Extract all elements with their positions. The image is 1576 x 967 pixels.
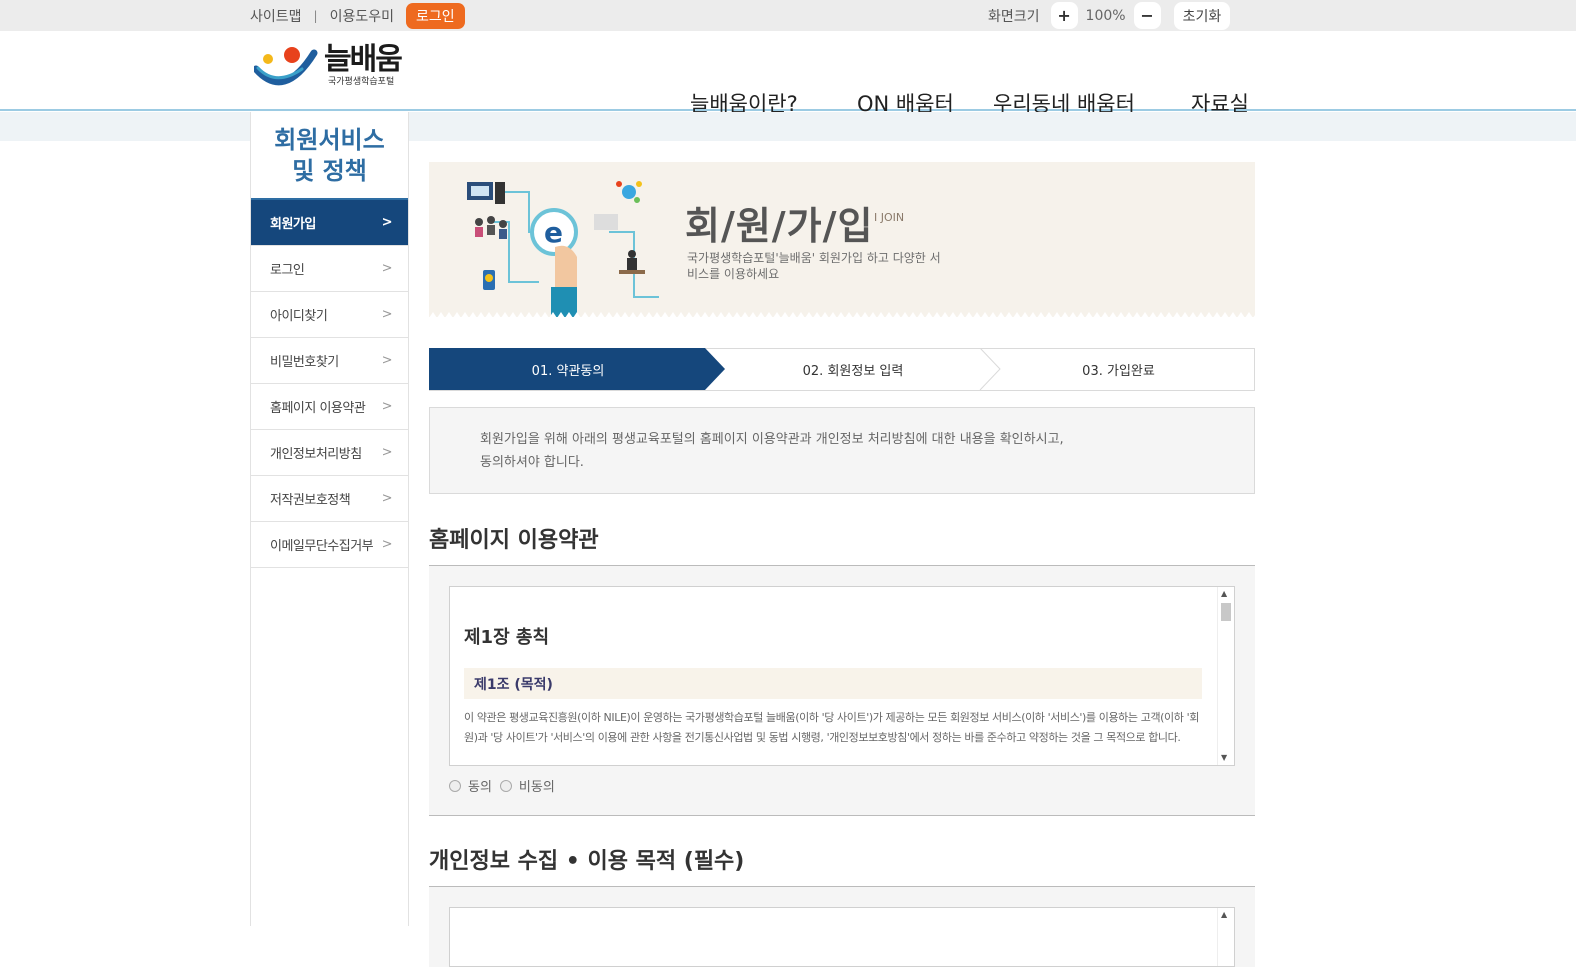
step-member-info: 02. 회원정보 입력 — [802, 364, 904, 379]
sidebar-item-copyright[interactable]: 저작권보호정책 > — [251, 476, 408, 522]
disagree-radio[interactable] — [499, 779, 512, 792]
chevron-right-icon: > — [381, 261, 393, 276]
chevron-right-icon: > — [381, 537, 393, 552]
notice-line-2: 동의하셔야 합니다. — [480, 455, 584, 470]
chevron-right-icon: > — [381, 353, 393, 368]
sitemap-link[interactable]: 사이트맵 — [250, 6, 302, 26]
chevron-right-icon: > — [381, 399, 393, 414]
sidebar-title: 회원서비스 및 정책 — [251, 112, 408, 200]
sidebar-title-text: 회원서비스 및 정책 — [274, 126, 385, 185]
sidebar-item-label: 홈페이지 이용약관 — [270, 401, 366, 416]
chevron-right-icon: > — [381, 445, 393, 460]
separator: | — [313, 8, 318, 23]
terms-article-text: 이 약관은 평생교육진흥원(이하 NILE)이 운영하는 국가평생학습포털 늘배… — [464, 711, 1199, 744]
signup-banner: e 회/원/가/입 I JOIN 국가평생학습포털'늘배움' 회원가입 하고 다… — [429, 162, 1255, 317]
sidebar-item-label: 로그인 — [270, 263, 305, 278]
terms-article: 제1조 (목적) — [464, 668, 1202, 699]
guide-link[interactable]: 이용도우미 — [330, 6, 394, 26]
main-content: e 회/원/가/입 I JOIN 국가평생학습포털'늘배움' 회원가입 하고 다… — [429, 162, 1255, 967]
network-illustration-icon: e — [467, 181, 659, 317]
zoom-controls: 화면크기 + 100% − 초기화 — [988, 0, 1231, 31]
terms-chapter: 제1장 총칙 — [464, 627, 550, 648]
zoom-in-button[interactable]: + — [1050, 2, 1078, 29]
sidebar-item-label: 아이디찾기 — [270, 309, 328, 324]
utility-links: 사이트맵 | 이용도우미 로그인 — [250, 0, 465, 31]
chevron-right-icon: > — [381, 491, 393, 506]
logo-text: 늘배움 국가평생학습포털 — [324, 42, 403, 88]
sidebar-item-terms[interactable]: 홈페이지 이용약관 > — [251, 384, 408, 430]
terms-scrollbox[interactable]: 제1장 총칙 제1조 (목적) 이 약관은 평생교육진흥원(이하 NILE)이 … — [449, 586, 1235, 766]
terms-consent-radios: 동의 비동의 — [449, 776, 1235, 795]
zigzag-border — [429, 312, 1255, 317]
agree-label: 동의 — [468, 780, 492, 795]
scroll-up-icon[interactable]: ▲ — [1221, 589, 1227, 598]
terms-area: 제1장 총칙 제1조 (목적) 이 약관은 평생교육진흥원(이하 NILE)이 … — [429, 566, 1255, 816]
banner-subtitle: I JOIN — [874, 211, 905, 224]
signup-steps: 01. 약관동의 02. 회원정보 입력 03. 가입완료 — [429, 348, 1255, 391]
sidebar-item-label: 비밀번호찾기 — [270, 355, 339, 370]
sidebar-item-label: 저작권보호정책 — [270, 493, 351, 508]
banner-title: 회/원/가/입 — [685, 204, 874, 248]
sidebar-item-label: 회원가입 — [270, 217, 316, 232]
scroll-thumb[interactable] — [1221, 603, 1231, 621]
notice-line-1: 회원가입을 위해 아래의 평생교육포털의 홈페이지 이용약관과 개인정보 처리방… — [480, 432, 1064, 447]
terms-scrollbar[interactable]: ▲ ▼ — [1217, 587, 1234, 765]
sidebar: 회원서비스 및 정책 회원가입 > 로그인 > 아이디찾기 > 비밀번호찾기 > 홈페이… — [250, 112, 409, 926]
sidebar-item-find-id[interactable]: 아이디찾기 > — [251, 292, 408, 338]
banner-description: 국가평생학습포털'늘배움' 회원가입 하고 다양한 서비스를 이용하세요 — [687, 251, 941, 281]
sidebar-item-email-refusal[interactable]: 이메일무단수집거부 > — [251, 522, 408, 568]
scroll-up-icon[interactable]: ▲ — [1221, 910, 1227, 919]
zoom-value: 100% — [1085, 7, 1126, 24]
privacy-area: ▲ — [429, 887, 1255, 967]
sidebar-item-signup[interactable]: 회원가입 > — [251, 200, 408, 246]
disagree-label: 비동의 — [518, 780, 555, 795]
privacy-scrollbox[interactable]: ▲ — [449, 907, 1235, 967]
privacy-section-title: 개인정보 수집 • 이용 목적 (필수) — [429, 843, 1255, 887]
chevron-right-icon: > — [381, 307, 393, 322]
logo-smile-icon — [254, 47, 318, 86]
site-logo[interactable]: 늘배움 국가평생학습포털 — [254, 42, 403, 93]
logo-name: 늘배움 — [324, 42, 403, 77]
login-button[interactable]: 로그인 — [405, 2, 465, 29]
sidebar-item-find-password[interactable]: 비밀번호찾기 > — [251, 338, 408, 384]
scroll-down-icon[interactable]: ▼ — [1221, 753, 1227, 762]
zoom-label: 화면크기 — [988, 8, 1040, 25]
sub-header-band — [0, 112, 1576, 141]
signup-notice: 회원가입을 위해 아래의 평생교육포털의 홈페이지 이용약관과 개인정보 처리방… — [429, 407, 1255, 494]
terms-section-title: 홈페이지 이용약관 — [429, 522, 1255, 566]
zoom-out-button[interactable]: − — [1133, 2, 1161, 29]
sidebar-item-privacy[interactable]: 개인정보처리방침 > — [251, 430, 408, 476]
svg-text:e: e — [544, 216, 563, 249]
utility-bar: 사이트맵 | 이용도우미 로그인 화면크기 + 100% − 초기화 — [0, 0, 1576, 31]
site-header: 늘배움 국가평생학습포털 늘배움이란? ON 배움터 우리동네 배움터 자료실 — [0, 31, 1576, 116]
step-complete: 03. 가입완료 — [1082, 364, 1155, 379]
zoom-reset-button[interactable]: 초기화 — [1173, 1, 1231, 30]
step-terms-agree: 01. 약관동의 — [531, 364, 605, 379]
logo-subtitle: 국가평생학습포털 — [328, 77, 395, 87]
sidebar-item-label: 개인정보처리방침 — [270, 447, 362, 462]
chevron-right-icon: > — [381, 215, 393, 230]
privacy-scrollbar[interactable]: ▲ — [1217, 908, 1234, 966]
sidebar-item-login[interactable]: 로그인 > — [251, 246, 408, 292]
sidebar-item-label: 이메일무단수집거부 — [270, 539, 374, 554]
agree-radio[interactable] — [449, 779, 461, 792]
